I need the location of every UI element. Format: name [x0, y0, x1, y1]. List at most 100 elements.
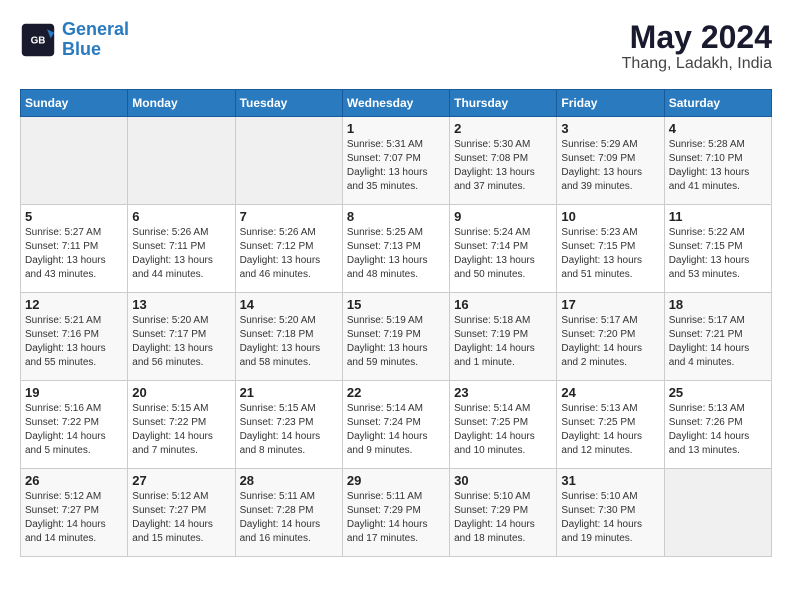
day-detail: Sunrise: 5:30 AM Sunset: 7:08 PM Dayligh…	[454, 138, 552, 194]
calendar-cell: 17Sunrise: 5:17 AM Sunset: 7:20 PM Dayli…	[557, 293, 664, 381]
day-detail: Sunrise: 5:14 AM Sunset: 7:25 PM Dayligh…	[454, 402, 552, 458]
day-number: 2	[454, 121, 552, 136]
weekday-header-tuesday: Tuesday	[235, 90, 342, 117]
day-number: 15	[347, 297, 445, 312]
day-number: 6	[132, 209, 230, 224]
calendar-cell: 20 Sunrise: 5:15 AM Sunset: 7:22 PM Dayli…	[128, 381, 235, 469]
day-detail: Sunrise: 5:26 AM Sunset: 7:12 PM Dayligh…	[240, 226, 338, 282]
calendar-cell: 26 Sunrise: 5:12 AM Sunset: 7:27 PM Dayli…	[21, 469, 128, 557]
day-number: 5	[25, 209, 123, 224]
day-number: 3	[561, 121, 659, 136]
location: Thang, Ladakh, India	[622, 55, 772, 73]
day-number: 23	[454, 385, 552, 400]
day-number: 29	[347, 473, 445, 488]
day-detail: Sunrise: 5:19 AM Sunset: 7:19 PM Dayligh…	[347, 314, 445, 370]
day-detail: Sunrise: 5:13 AM Sunset: 7:25 PM Dayligh…	[561, 402, 659, 458]
day-detail: Sunrise: 5:10 AM Sunset: 7:30 PM Dayligh…	[561, 490, 659, 546]
day-number: 21	[240, 385, 338, 400]
day-number: 8	[347, 209, 445, 224]
calendar-cell: 30Sunrise: 5:10 AM Sunset: 7:29 PM Dayli…	[450, 469, 557, 557]
calendar-cell: 23 Sunrise: 5:14 AM Sunset: 7:25 PM Dayli…	[450, 381, 557, 469]
logo-text: GeneralBlue	[62, 20, 129, 60]
day-number: 20	[132, 385, 230, 400]
calendar-cell: 1 Sunrise: 5:31 AM Sunset: 7:07 PM Daylig…	[342, 117, 449, 205]
logo: GB GeneralBlue	[20, 20, 129, 60]
day-number: 1	[347, 121, 445, 136]
page-header: GB GeneralBlue May 2024 Thang, Ladakh, I…	[20, 20, 772, 73]
weekday-header-wednesday: Wednesday	[342, 90, 449, 117]
day-detail: Sunrise: 5:21 AM Sunset: 7:16 PM Dayligh…	[25, 314, 123, 370]
calendar-cell: 13Sunrise: 5:20 AM Sunset: 7:17 PM Dayli…	[128, 293, 235, 381]
day-detail: Sunrise: 5:12 AM Sunset: 7:27 PM Dayligh…	[25, 490, 123, 546]
day-detail: Sunrise: 5:15 AM Sunset: 7:23 PM Dayligh…	[240, 402, 338, 458]
day-detail: Sunrise: 5:13 AM Sunset: 7:26 PM Dayligh…	[669, 402, 767, 458]
day-number: 4	[669, 121, 767, 136]
weekday-header-saturday: Saturday	[664, 90, 771, 117]
calendar-cell: 29 Sunrise: 5:11 AM Sunset: 7:29 PM Dayli…	[342, 469, 449, 557]
calendar-cell	[128, 117, 235, 205]
calendar-cell: 12Sunrise: 5:21 AM Sunset: 7:16 PM Dayli…	[21, 293, 128, 381]
day-detail: Sunrise: 5:15 AM Sunset: 7:22 PM Dayligh…	[132, 402, 230, 458]
calendar-cell: 10 Sunrise: 5:23 AM Sunset: 7:15 PM Dayli…	[557, 205, 664, 293]
calendar-row-3: 19Sunrise: 5:16 AM Sunset: 7:22 PM Dayli…	[21, 381, 772, 469]
day-detail: Sunrise: 5:12 AM Sunset: 7:27 PM Dayligh…	[132, 490, 230, 546]
calendar-cell: 2 Sunrise: 5:30 AM Sunset: 7:08 PM Daylig…	[450, 117, 557, 205]
calendar-cell: 14Sunrise: 5:20 AM Sunset: 7:18 PM Dayli…	[235, 293, 342, 381]
calendar-cell: 31Sunrise: 5:10 AM Sunset: 7:30 PM Dayli…	[557, 469, 664, 557]
day-detail: Sunrise: 5:31 AM Sunset: 7:07 PM Dayligh…	[347, 138, 445, 194]
day-detail: Sunrise: 5:24 AM Sunset: 7:14 PM Dayligh…	[454, 226, 552, 282]
calendar-cell: 27 Sunrise: 5:12 AM Sunset: 7:27 PM Dayli…	[128, 469, 235, 557]
calendar-cell: 8Sunrise: 5:25 AM Sunset: 7:13 PM Daylig…	[342, 205, 449, 293]
weekday-header-row: SundayMondayTuesdayWednesdayThursdayFrid…	[21, 90, 772, 117]
day-number: 7	[240, 209, 338, 224]
calendar-table: SundayMondayTuesdayWednesdayThursdayFrid…	[20, 89, 772, 557]
title-block: May 2024 Thang, Ladakh, India	[622, 20, 772, 73]
calendar-cell: 6 Sunrise: 5:26 AM Sunset: 7:11 PM Daylig…	[128, 205, 235, 293]
weekday-header-thursday: Thursday	[450, 90, 557, 117]
calendar-cell: 28Sunrise: 5:11 AM Sunset: 7:28 PM Dayli…	[235, 469, 342, 557]
weekday-header-friday: Friday	[557, 90, 664, 117]
weekday-header-monday: Monday	[128, 90, 235, 117]
day-number: 16	[454, 297, 552, 312]
weekday-header-sunday: Sunday	[21, 90, 128, 117]
day-number: 11	[669, 209, 767, 224]
calendar-cell: 11 Sunrise: 5:22 AM Sunset: 7:15 PM Dayli…	[664, 205, 771, 293]
calendar-row-2: 12Sunrise: 5:21 AM Sunset: 7:16 PM Dayli…	[21, 293, 772, 381]
calendar-cell	[235, 117, 342, 205]
logo-icon: GB	[20, 22, 56, 58]
calendar-cell: 25 Sunrise: 5:13 AM Sunset: 7:26 PM Dayli…	[664, 381, 771, 469]
day-detail: Sunrise: 5:27 AM Sunset: 7:11 PM Dayligh…	[25, 226, 123, 282]
day-detail: Sunrise: 5:26 AM Sunset: 7:11 PM Dayligh…	[132, 226, 230, 282]
calendar-cell: 15 Sunrise: 5:19 AM Sunset: 7:19 PM Dayli…	[342, 293, 449, 381]
calendar-cell: 24 Sunrise: 5:13 AM Sunset: 7:25 PM Dayli…	[557, 381, 664, 469]
day-number: 30	[454, 473, 552, 488]
day-detail: Sunrise: 5:28 AM Sunset: 7:10 PM Dayligh…	[669, 138, 767, 194]
month-year: May 2024	[622, 20, 772, 55]
day-number: 24	[561, 385, 659, 400]
calendar-cell: 5 Sunrise: 5:27 AM Sunset: 7:11 PM Daylig…	[21, 205, 128, 293]
day-number: 27	[132, 473, 230, 488]
day-number: 10	[561, 209, 659, 224]
calendar-cell: 19Sunrise: 5:16 AM Sunset: 7:22 PM Dayli…	[21, 381, 128, 469]
day-detail: Sunrise: 5:20 AM Sunset: 7:17 PM Dayligh…	[132, 314, 230, 370]
day-number: 26	[25, 473, 123, 488]
day-detail: Sunrise: 5:11 AM Sunset: 7:28 PM Dayligh…	[240, 490, 338, 546]
day-detail: Sunrise: 5:16 AM Sunset: 7:22 PM Dayligh…	[25, 402, 123, 458]
calendar-cell: 16 Sunrise: 5:18 AM Sunset: 7:19 PM Dayli…	[450, 293, 557, 381]
calendar-cell	[21, 117, 128, 205]
day-detail: Sunrise: 5:23 AM Sunset: 7:15 PM Dayligh…	[561, 226, 659, 282]
day-detail: Sunrise: 5:22 AM Sunset: 7:15 PM Dayligh…	[669, 226, 767, 282]
day-number: 22	[347, 385, 445, 400]
calendar-cell: 18Sunrise: 5:17 AM Sunset: 7:21 PM Dayli…	[664, 293, 771, 381]
day-detail: Sunrise: 5:11 AM Sunset: 7:29 PM Dayligh…	[347, 490, 445, 546]
day-detail: Sunrise: 5:18 AM Sunset: 7:19 PM Dayligh…	[454, 314, 552, 370]
svg-text:GB: GB	[31, 35, 46, 46]
day-detail: Sunrise: 5:14 AM Sunset: 7:24 PM Dayligh…	[347, 402, 445, 458]
day-number: 25	[669, 385, 767, 400]
calendar-cell: 3 Sunrise: 5:29 AM Sunset: 7:09 PM Daylig…	[557, 117, 664, 205]
day-detail: Sunrise: 5:29 AM Sunset: 7:09 PM Dayligh…	[561, 138, 659, 194]
calendar-cell: 7 Sunrise: 5:26 AM Sunset: 7:12 PM Daylig…	[235, 205, 342, 293]
calendar-cell: 9Sunrise: 5:24 AM Sunset: 7:14 PM Daylig…	[450, 205, 557, 293]
day-number: 18	[669, 297, 767, 312]
calendar-cell: 4 Sunrise: 5:28 AM Sunset: 7:10 PM Daylig…	[664, 117, 771, 205]
